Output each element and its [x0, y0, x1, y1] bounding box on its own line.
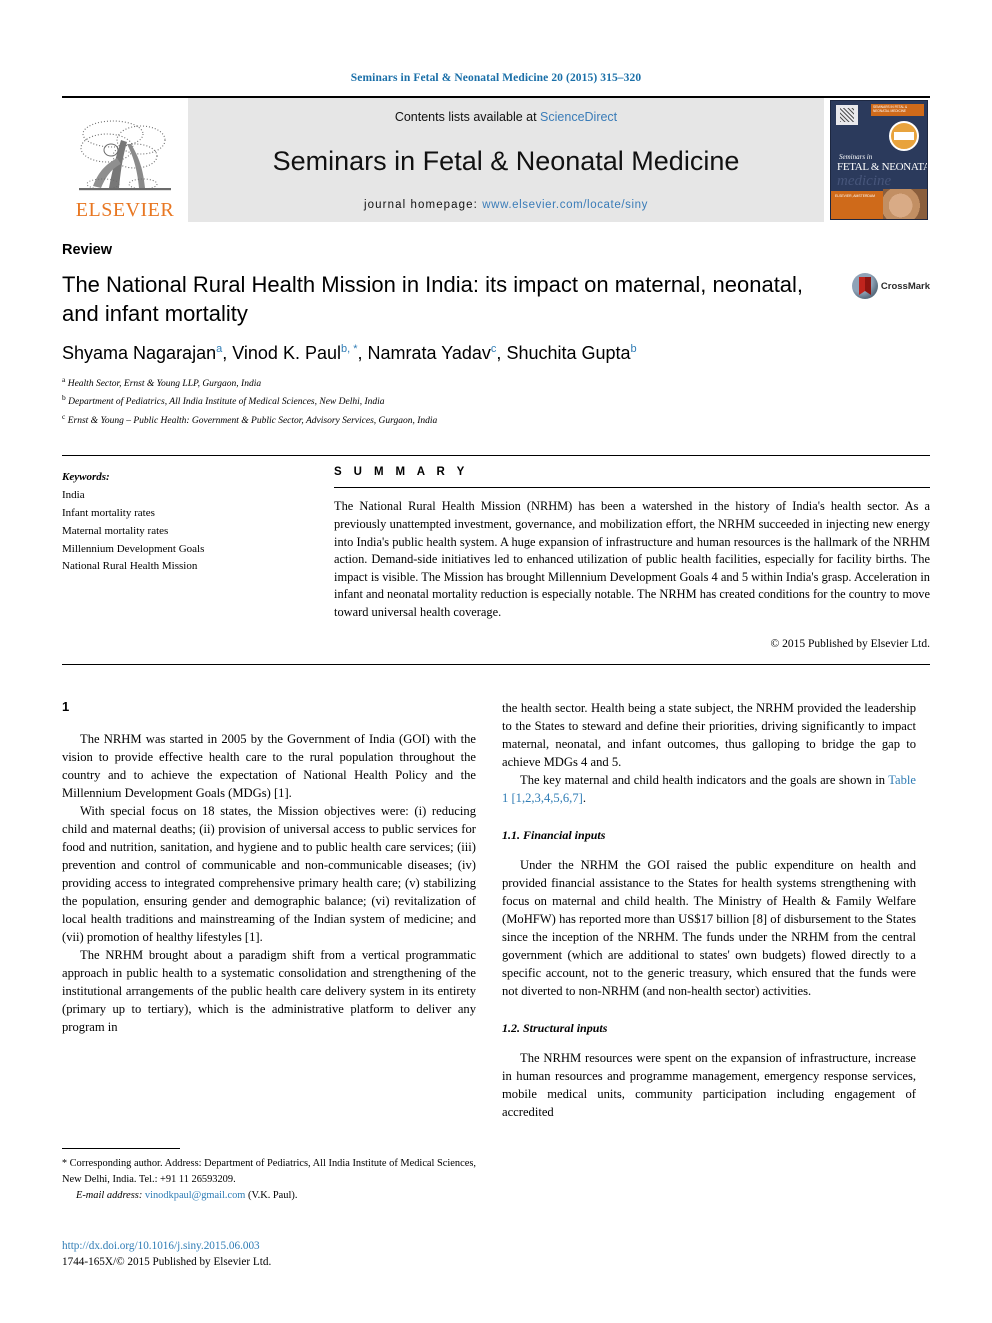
contents-line: Contents lists available at ScienceDirec… — [395, 110, 617, 124]
summary-section: S U M M A R Y The National Rural Health … — [334, 456, 930, 663]
author-item[interactable]: Vinod K. Paulb, * — [232, 343, 357, 363]
paragraph: the health sector. Health being a state … — [502, 699, 916, 771]
paragraph: The key maternal and child health indica… — [502, 772, 916, 805]
keywords-section: Keywords: India Infant mortality rates M… — [62, 456, 334, 663]
keyword-item: India — [62, 489, 85, 502]
email-link[interactable]: vinodkpaul@gmail.com — [145, 1190, 245, 1201]
crossmark-label: CrossMark — [880, 280, 930, 292]
paragraph-text: Under the NRHM the GOI raised the public… — [502, 857, 916, 998]
cover-top-band: SEMINARS IN FETAL & NEONATAL MEDICINE — [871, 104, 924, 116]
author-item[interactable]: Namrata Yadavc — [368, 343, 497, 363]
keyword-item: Millennium Development Goals — [62, 542, 205, 555]
cover-infant-photo — [883, 189, 927, 219]
paragraph: The NRHM was started in 2005 by the Gove… — [62, 730, 476, 802]
elsevier-wordmark: ELSEVIER — [75, 199, 175, 221]
affiliation-item: a Health Sector, Ernst & Young LLP, Gurg… — [62, 374, 930, 393]
affiliation-text: Department of Pediatrics, All India Inst… — [68, 397, 385, 408]
paragraph: With special focus on 18 states, the Mis… — [62, 802, 476, 946]
keyword-item: Infant mortality rates — [62, 506, 155, 519]
copyright-line: © 2015 Published by Elsevier Ltd. — [770, 637, 930, 650]
journal-homepage-link[interactable]: www.elsevier.com/locate/siny — [482, 199, 648, 211]
article-page: Seminars in Fetal & Neonatal Medicine 20… — [0, 0, 992, 1323]
author-affil-mark: b, * — [340, 343, 358, 356]
issn-copyright-line: 1744-165X/© 2015 Published by Elsevier L… — [62, 1256, 272, 1269]
doi-link[interactable]: http://dx.doi.org/10.1016/j.siny.2015.06… — [62, 1238, 492, 1254]
running-head: Seminars in Fetal & Neonatal Medicine 20… — [350, 72, 642, 84]
paragraph-text: The NRHM was started in 2005 by the Gove… — [62, 731, 476, 800]
homepage-prefix: journal homepage: — [364, 199, 483, 211]
paragraph-text: The NRHM resources were spent on the exp… — [502, 1050, 916, 1119]
page-title: The National Rural Health Mission in Ind… — [62, 272, 804, 326]
author-affil-mark: a — [216, 343, 223, 356]
affiliation-text: Health Sector, Ernst & Young LLP, Gurgao… — [67, 378, 262, 389]
paragraph-text: The NRHM brought about a paradigm shift … — [62, 947, 476, 1034]
sciencedirect-link[interactable]: ScienceDirect — [540, 110, 617, 124]
author-item[interactable]: Shyama Nagarajana — [62, 343, 222, 363]
affiliation-item: c Ernst & Young – Public Health: Governm… — [62, 411, 930, 430]
paragraph: The NRHM brought about a paradigm shift … — [62, 946, 476, 1036]
author-name: Vinod K. Paul — [232, 343, 341, 364]
footnote-divider — [62, 1148, 180, 1149]
affiliation-mark: b — [62, 393, 66, 403]
affiliation-mark: c — [62, 411, 66, 421]
keyword-item: Maternal mortality rates — [62, 524, 169, 537]
subsection-heading: 1.1. Financial inputs — [502, 827, 606, 842]
paragraph: Under the NRHM the GOI raised the public… — [502, 856, 916, 1000]
right-column: the health sector. Health being a state … — [502, 699, 916, 1121]
cover-lower-text: ELSEVIER, AMSTERDAM — [835, 194, 875, 198]
cover-ghost-word: medicine — [837, 173, 892, 189]
cover-main-title: FETAL & NEONATAL — [837, 161, 928, 173]
paragraph-text: With special focus on 18 states, the Mis… — [62, 803, 476, 944]
cover-script-line: Seminars in — [839, 153, 873, 161]
author-affil-mark: c — [490, 343, 497, 356]
citation-link[interactable]: [1,2,3,4,5,6,7] — [511, 791, 582, 805]
email-label: E-mail address: — [76, 1189, 143, 1201]
email-owner: (V.K. Paul). — [247, 1189, 298, 1201]
cover-seal-icon — [889, 121, 919, 151]
elsevier-logo: ELSEVIER — [62, 98, 188, 222]
contents-prefix: Contents lists available at — [394, 110, 541, 124]
crossmark-badge[interactable]: CrossMark — [852, 273, 930, 299]
elsevier-tree-icon — [79, 120, 171, 191]
affiliation-text: Ernst & Young – Public Health: Governmen… — [67, 415, 438, 426]
author-affil-mark: b — [630, 343, 637, 356]
body-columns: 1 The NRHM was started in 2005 by the Go… — [62, 699, 930, 1121]
affiliation-list: a Health Sector, Ernst & Young LLP, Gurg… — [62, 374, 930, 430]
keywords-heading: Keywords: — [62, 471, 110, 484]
summary-divider — [334, 487, 930, 489]
author-name: Shuchita Gupta — [506, 343, 631, 364]
summary-text: The National Rural Health Mission (NRHM)… — [334, 499, 930, 619]
section-number: 1 — [62, 698, 70, 714]
corresponding-author-note: * Corresponding author. Address: Departm… — [62, 1156, 476, 1187]
footnote-area: * Corresponding author. Address: Departm… — [62, 1148, 476, 1201]
left-column: 1 The NRHM was started in 2005 by the Go… — [62, 699, 476, 1121]
journal-cover-thumbnail: SEMINARS IN FETAL & NEONATAL MEDICINE Se… — [830, 98, 930, 222]
abstract-block: Keywords: India Infant mortality rates M… — [62, 455, 930, 665]
author-name: Shyama Nagarajan — [62, 343, 217, 364]
crossmark-icon — [852, 273, 878, 299]
author-list: Shyama Nagarajana, Vinod K. Paulb, *, Na… — [62, 343, 637, 364]
paragraph-text: the health sector. Health being a state … — [502, 700, 916, 769]
cover-publisher-mark — [836, 105, 858, 125]
journal-masthead: ELSEVIER Contents lists available at Sci… — [62, 96, 930, 222]
author-name: Namrata Yadav — [367, 343, 491, 364]
title-row: The National Rural Health Mission in Ind… — [62, 271, 930, 328]
journal-title: Seminars in Fetal & Neonatal Medicine — [272, 146, 740, 176]
subsection-heading: 1.2. Structural inputs — [502, 1020, 608, 1035]
journal-banner: Contents lists available at ScienceDirec… — [188, 98, 824, 222]
email-note: E-mail address: vinodkpaul@gmail.com (V.… — [62, 1190, 476, 1201]
journal-homepage-line: journal homepage: www.elsevier.com/locat… — [364, 199, 648, 211]
author-item[interactable]: Shuchita Guptab — [506, 343, 636, 363]
cover-image: SEMINARS IN FETAL & NEONATAL MEDICINE Se… — [830, 100, 928, 220]
summary-heading: S U M M A R Y — [334, 466, 469, 479]
corresponding-author-text: Corresponding author. Address: Departmen… — [62, 1158, 476, 1185]
paragraph: The NRHM resources were spent on the exp… — [502, 1049, 916, 1121]
affiliation-item: b Department of Pediatrics, All India In… — [62, 392, 930, 411]
article-type: Review — [62, 242, 112, 258]
keyword-item: National Rural Health Mission — [62, 560, 198, 573]
footer-block: http://dx.doi.org/10.1016/j.siny.2015.06… — [62, 1238, 492, 1270]
footnote-star: * — [62, 1158, 67, 1169]
affiliation-mark: a — [62, 374, 66, 384]
